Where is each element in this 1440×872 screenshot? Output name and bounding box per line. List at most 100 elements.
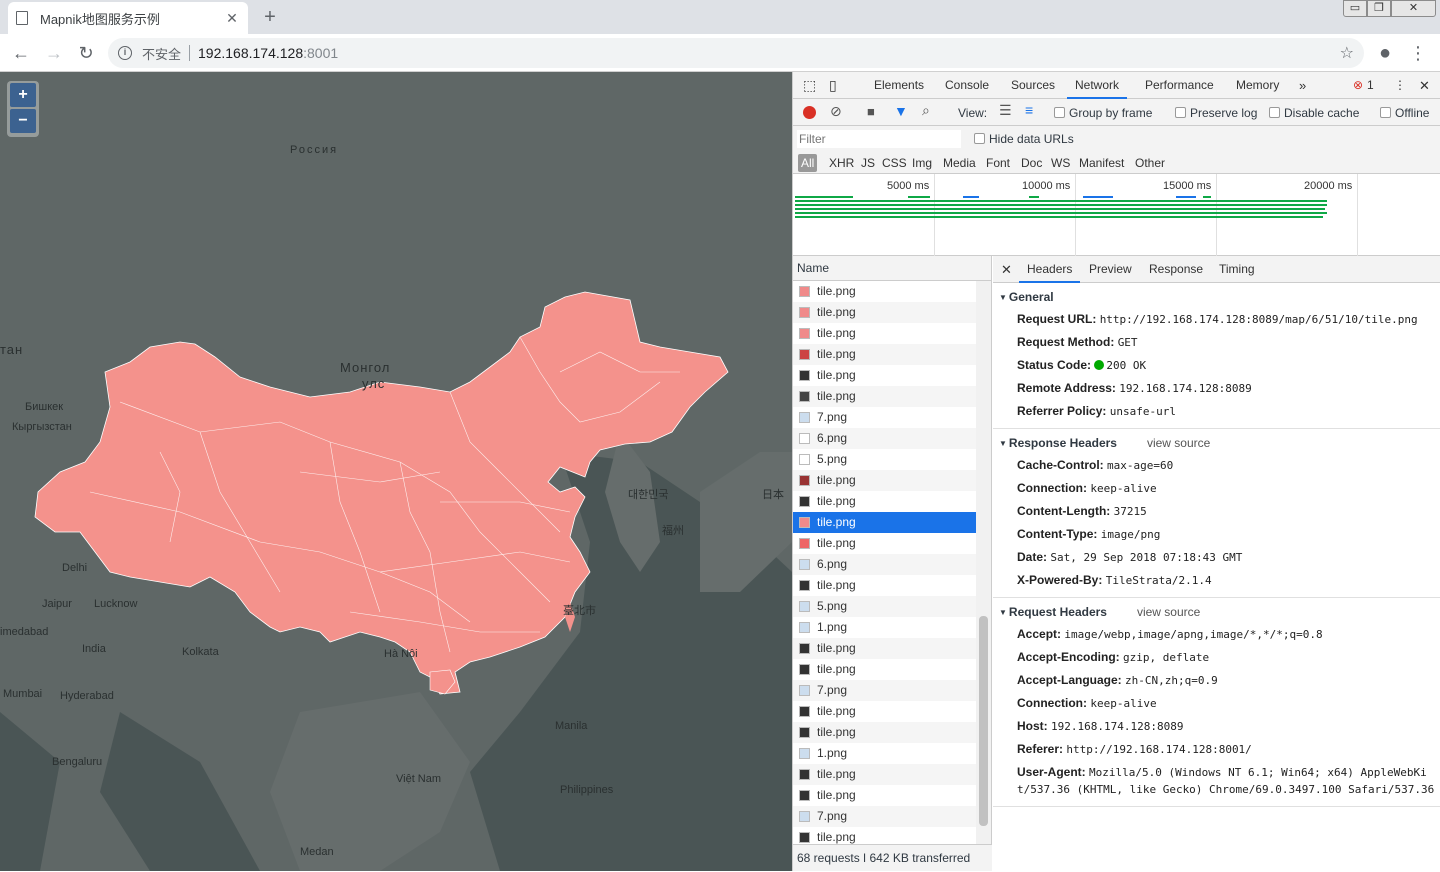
filter-css[interactable]: CSS [882, 154, 907, 172]
filter-icon[interactable]: ▼ [894, 103, 908, 119]
disable-cache-checkbox[interactable]: Disable cache [1269, 106, 1359, 120]
request-row[interactable]: tile.png [793, 281, 976, 302]
request-row[interactable]: tile.png [793, 764, 976, 785]
tab-console[interactable]: Console [945, 72, 989, 99]
request-row[interactable]: tile.png [793, 827, 976, 844]
general-section-toggle[interactable]: ▼ General [993, 289, 1440, 305]
request-name: tile.png [817, 662, 856, 676]
request-row[interactable]: tile.png [793, 638, 976, 659]
window-restore-button[interactable]: ❐ [1367, 0, 1391, 17]
request-row[interactable]: 7.png [793, 407, 976, 428]
request-list-scrollbar[interactable] [976, 281, 991, 844]
column-header-name[interactable]: Name [793, 256, 991, 281]
request-row[interactable]: tile.png [793, 302, 976, 323]
group-by-frame-checkbox[interactable]: Group by frame [1054, 106, 1152, 120]
reload-icon[interactable]: ↻ [75, 42, 97, 64]
tab-close-icon[interactable]: ✕ [224, 10, 240, 27]
tab-headers[interactable]: Headers [1019, 256, 1081, 283]
tab-sources[interactable]: Sources [1011, 72, 1055, 99]
header-value: 192.168.174.128:8089 [1051, 720, 1184, 733]
tab-preview[interactable]: Preview [1089, 256, 1132, 283]
request-row[interactable]: tile.png [793, 701, 976, 722]
request-row[interactable]: 1.png [793, 617, 976, 638]
tab-timing[interactable]: Timing [1219, 256, 1255, 283]
request-row[interactable]: 7.png [793, 680, 976, 701]
request-row[interactable]: 6.png [793, 428, 976, 449]
hide-data-urls-checkbox[interactable]: Hide data URLs [974, 132, 1074, 146]
request-headers-toggle[interactable]: ▼ Request Headers view source [993, 604, 1440, 620]
request-row[interactable]: tile.png [793, 323, 976, 344]
account-icon[interactable]: ● [1374, 42, 1396, 64]
filter-font[interactable]: Font [986, 154, 1010, 172]
header-value: http://192.168.174.128:8089/map/6/51/10/… [1099, 313, 1418, 326]
filter-media[interactable]: Media [943, 154, 976, 172]
inspect-element-icon[interactable]: ⬚ [803, 72, 816, 99]
map-viewport[interactable]: + − Россия Монгол улс тан Бишкек Кыргызс… [0, 72, 792, 871]
zoom-in-button[interactable]: + [10, 83, 36, 107]
customize-menu-icon[interactable]: ⋮ [1394, 72, 1406, 99]
request-name: 1.png [817, 746, 848, 760]
new-tab-button[interactable]: + [258, 5, 282, 29]
back-arrow-icon[interactable]: ← [10, 42, 32, 64]
offline-checkbox[interactable]: Offline [1380, 106, 1429, 120]
window-close-button[interactable]: ✕ [1391, 0, 1436, 17]
request-row[interactable]: 6.png [793, 554, 976, 575]
tab-performance[interactable]: Performance [1145, 72, 1214, 99]
filter-img[interactable]: Img [912, 154, 932, 172]
filter-other[interactable]: Other [1135, 154, 1165, 172]
request-row[interactable]: tile.png [793, 659, 976, 680]
request-row[interactable]: tile.png [793, 365, 976, 386]
request-row[interactable]: tile.png [793, 533, 976, 554]
tab-memory[interactable]: Memory [1236, 72, 1279, 99]
view-source-link[interactable]: view source [1137, 605, 1200, 619]
request-row[interactable]: tile.png [793, 491, 976, 512]
request-row[interactable]: tile.png [793, 386, 976, 407]
request-row[interactable]: 1.png [793, 743, 976, 764]
screenshot-icon[interactable]: ■ [867, 104, 875, 119]
waterfall-icon[interactable]: ≡ [1025, 102, 1033, 118]
large-rows-icon[interactable]: ☰ [999, 102, 1012, 119]
filter-ws[interactable]: WS [1051, 154, 1070, 172]
filter-manifest[interactable]: Manifest [1079, 154, 1124, 172]
bookmark-star-icon[interactable]: ☆ [1340, 43, 1354, 63]
filter-doc[interactable]: Doc [1021, 154, 1042, 172]
record-icon[interactable] [803, 106, 816, 119]
filter-js[interactable]: JS [861, 154, 875, 172]
preserve-log-checkbox[interactable]: Preserve log [1175, 106, 1257, 120]
network-overview-timeline[interactable]: 5000 ms 10000 ms 15000 ms 20000 ms [793, 174, 1440, 256]
filter-all[interactable]: All [798, 154, 818, 172]
menu-kebab-icon[interactable]: ⋮ [1407, 42, 1429, 64]
request-row[interactable]: tile.png [793, 512, 976, 533]
request-row[interactable]: tile.png [793, 575, 976, 596]
tab-response[interactable]: Response [1149, 256, 1203, 283]
request-row[interactable]: tile.png [793, 722, 976, 743]
request-row[interactable]: 7.png [793, 806, 976, 827]
filter-input[interactable] [797, 130, 961, 148]
response-headers-toggle[interactable]: ▼ Response Headers view source [993, 435, 1440, 451]
request-row[interactable]: 5.png [793, 596, 976, 617]
zoom-out-button[interactable]: − [10, 109, 36, 133]
png-thumbnail-icon [799, 496, 810, 507]
address-bar[interactable]: i 不安全 192.168.174.128:8001 ☆ [108, 38, 1364, 68]
network-summary: 68 requests ǀ 642 KB transferred [793, 844, 992, 871]
search-icon[interactable]: ⌕ [922, 102, 930, 119]
forward-arrow-icon[interactable]: → [43, 42, 65, 64]
tab-elements[interactable]: Elements [874, 72, 924, 99]
tab-network[interactable]: Network [1067, 72, 1128, 99]
error-icon[interactable]: ⊗ [1353, 72, 1363, 99]
request-row[interactable]: 5.png [793, 449, 976, 470]
info-icon[interactable]: i [118, 46, 132, 60]
scrollbar-thumb[interactable] [979, 616, 988, 826]
request-row[interactable]: tile.png [793, 785, 976, 806]
window-minimize-button[interactable]: ▭ [1343, 0, 1367, 17]
filter-xhr[interactable]: XHR [829, 154, 854, 172]
view-source-link[interactable]: view source [1147, 436, 1210, 450]
device-toolbar-icon[interactable]: ▯ [829, 72, 837, 99]
request-row[interactable]: tile.png [793, 470, 976, 491]
clear-icon[interactable]: ⊘ [830, 103, 842, 120]
close-devtools-icon[interactable]: ✕ [1419, 72, 1430, 99]
browser-tab[interactable]: Mapnik地图服务示例 ✕ [8, 2, 248, 34]
more-tabs-icon[interactable]: » [1299, 72, 1306, 99]
request-row[interactable]: tile.png [793, 344, 976, 365]
close-detail-icon[interactable]: ✕ [1001, 256, 1012, 283]
